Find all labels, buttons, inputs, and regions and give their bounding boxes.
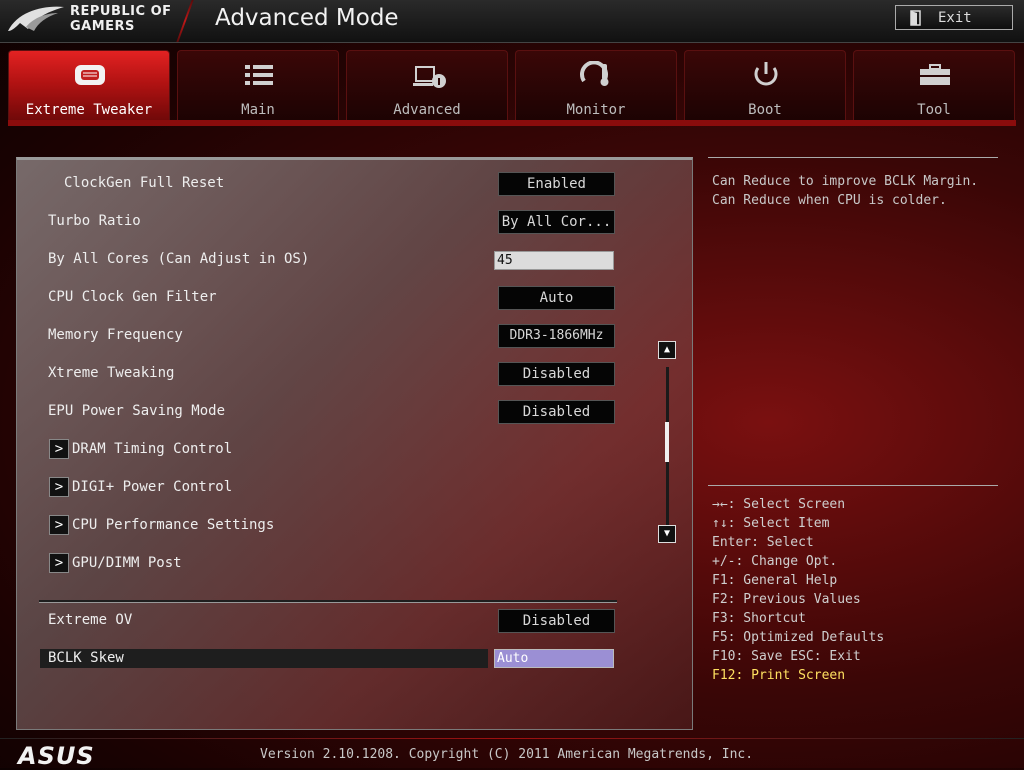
key-f2: F2: Previous Values: [712, 592, 861, 607]
bclk-skew-input[interactable]: Auto: [494, 649, 614, 668]
tab-monitor[interactable]: Monitor: [515, 50, 677, 122]
xtreme-tweaking-select[interactable]: Disabled: [498, 362, 615, 386]
tab-extreme-tweaker[interactable]: Extreme Tweaker: [8, 50, 170, 124]
key-select-screen: →←: Select Screen: [712, 497, 846, 512]
exit-button[interactable]: Exit: [895, 5, 1013, 30]
page-title: Advanced Mode: [215, 5, 399, 31]
key-f5: F5: Optimized Defaults: [712, 630, 885, 645]
settings-panel: ClockGen Full Reset Enabled Turbo Ratio …: [16, 157, 693, 730]
key-legend: →←: Select Screen ↑↓: Select Item Enter:…: [712, 495, 884, 685]
tab-main[interactable]: Main: [177, 50, 339, 122]
toolbox-icon: [920, 64, 950, 85]
brand-name: REPUBLIC OF GAMERS: [70, 4, 172, 34]
key-f10: F10: Save ESC: Exit: [712, 649, 861, 664]
exit-label: Exit: [938, 10, 972, 26]
header-separator: [176, 0, 194, 42]
tab-advanced[interactable]: Advanced: [346, 50, 508, 122]
xtreme-tweaking-label: Xtreme Tweaking: [48, 365, 175, 381]
section-divider: [39, 600, 617, 603]
extreme-ov-label: Extreme OV: [48, 612, 133, 628]
advanced-settings-icon: [413, 66, 446, 88]
help-mid-divider: [708, 485, 998, 486]
tab-tool[interactable]: Tool: [853, 50, 1015, 122]
list-icon: [245, 65, 273, 85]
extreme-ov-select[interactable]: Disabled: [498, 609, 615, 633]
tab-boot[interactable]: Boot: [684, 50, 846, 122]
tab-label: Main: [241, 102, 275, 118]
clockgen-reset-select[interactable]: Enabled: [498, 172, 615, 196]
scroll-thumb[interactable]: [665, 422, 669, 462]
exit-door-icon: [910, 10, 921, 26]
tab-label: Boot: [748, 102, 782, 118]
submenu-digi-power[interactable]: DIGI+ Power Control: [72, 479, 232, 495]
help-description: Can Reduce to improve BCLK Margin. Can R…: [712, 172, 978, 210]
key-f1: F1: General Help: [712, 573, 838, 588]
turbo-ratio-label: Turbo Ratio: [48, 213, 141, 229]
brand-line-2: GAMERS: [70, 19, 135, 34]
scroll-up-icon[interactable]: ▲: [658, 341, 676, 359]
key-enter: Enter: Select: [712, 535, 814, 550]
key-f12: F12: Print Screen: [712, 668, 846, 683]
submenu-gpu-dimm-post[interactable]: GPU/DIMM Post: [72, 555, 182, 571]
footer-divider: [0, 738, 1024, 739]
brand-line-1: REPUBLIC OF: [70, 4, 172, 19]
by-all-cores-input[interactable]: 45: [494, 251, 614, 270]
tab-bar-strip: [8, 120, 1016, 126]
help-top-divider: [708, 157, 998, 158]
cpu-clock-filter-select[interactable]: Auto: [498, 286, 615, 310]
rog-eye-logo-icon: [8, 6, 64, 31]
tab-label: Extreme Tweaker: [25, 102, 153, 118]
key-f3: F3: Shortcut: [712, 611, 806, 626]
gpu-dimm-post-arrow-icon[interactable]: >: [49, 553, 69, 573]
main-tabs: Extreme Tweaker Main Advanced Monitor Bo…: [8, 50, 1016, 124]
turbo-ratio-select[interactable]: By All Cor...: [498, 210, 615, 234]
power-icon: [754, 62, 778, 86]
key-select-item: ↑↓: Select Item: [712, 516, 830, 531]
key-change: +/-: Change Opt.: [712, 554, 838, 569]
header-bar: REPUBLIC OF GAMERS Advanced Mode Exit: [0, 0, 1024, 43]
digi-power-arrow-icon[interactable]: >: [49, 477, 69, 497]
submenu-cpu-performance[interactable]: CPU Performance Settings: [72, 517, 274, 533]
bclk-skew-label: BCLK Skew: [48, 650, 124, 666]
tab-label: Tool: [917, 102, 951, 118]
memory-frequency-label: Memory Frequency: [48, 327, 183, 343]
tab-label: Monitor: [566, 102, 626, 118]
epu-power-label: EPU Power Saving Mode: [48, 403, 226, 419]
version-text: Version 2.10.1208. Copyright (C) 2011 Am…: [260, 747, 754, 762]
tab-label: Advanced: [393, 102, 461, 118]
cpu-clock-filter-label: CPU Clock Gen Filter: [48, 289, 217, 305]
clockgen-reset-label: ClockGen Full Reset: [64, 175, 225, 191]
scroll-down-icon[interactable]: ▼: [658, 525, 676, 543]
help-line-2: Can Reduce when CPU is colder.: [712, 193, 947, 208]
submenu-dram-timing[interactable]: DRAM Timing Control: [72, 441, 232, 457]
help-line-1: Can Reduce to improve BCLK Margin.: [712, 174, 979, 189]
epu-power-select[interactable]: Disabled: [498, 400, 615, 424]
dram-timing-arrow-icon[interactable]: >: [49, 439, 69, 459]
asus-logo: ASUS: [18, 742, 95, 770]
by-all-cores-label: By All Cores (Can Adjust in OS): [48, 251, 310, 267]
cpu-performance-arrow-icon[interactable]: >: [49, 515, 69, 535]
memory-frequency-select[interactable]: DDR3-1866MHz: [498, 324, 615, 348]
tweaker-icon: [75, 65, 105, 85]
thermometer-gauge-icon: [580, 61, 609, 86]
